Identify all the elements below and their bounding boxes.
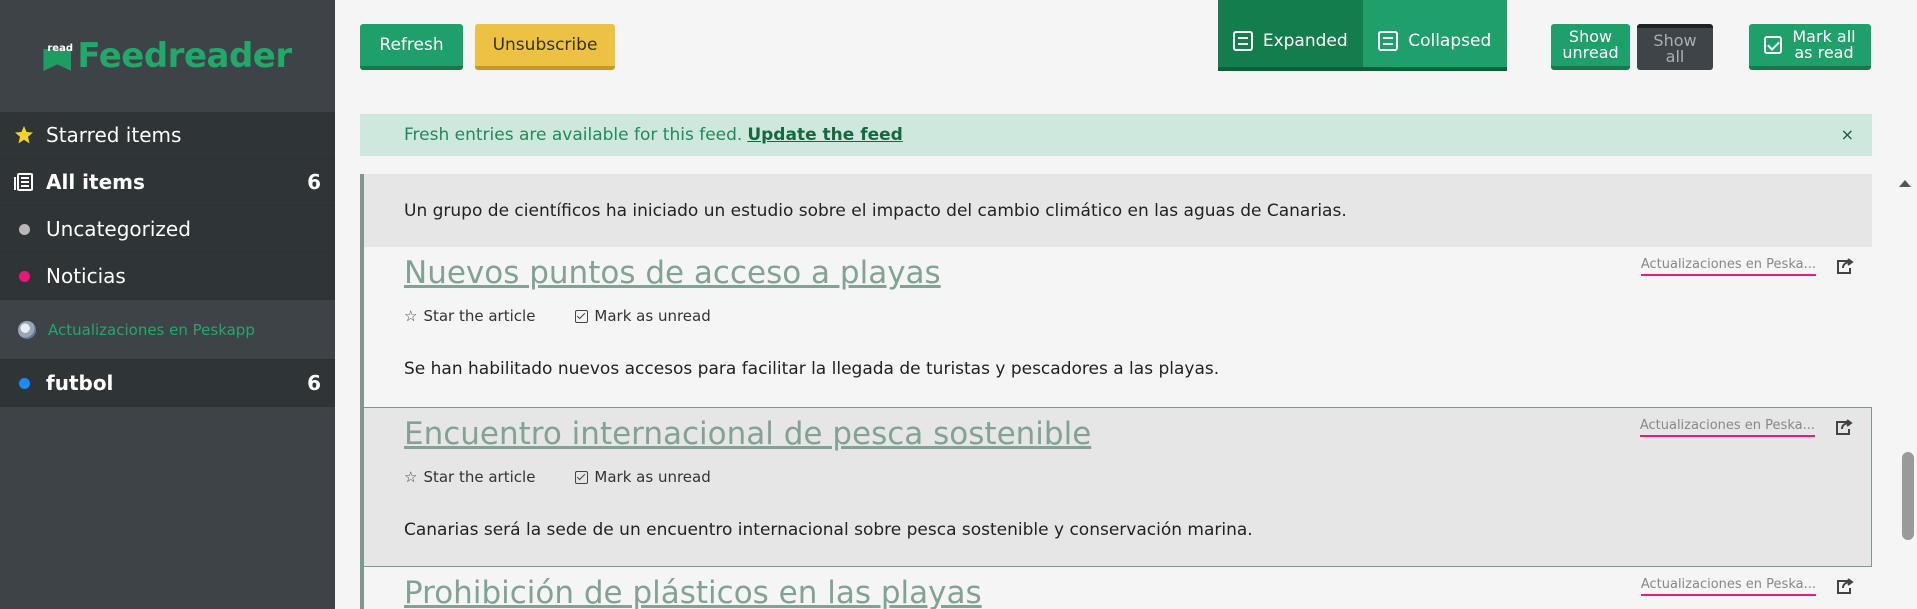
globe-icon [18, 320, 36, 339]
star-outline-icon: ☆ [404, 468, 418, 486]
article-list: Un grupo de científicos ha iniciado un e… [360, 174, 1872, 609]
show-all-button[interactable]: Show all [1637, 24, 1713, 70]
dot-icon [14, 373, 34, 393]
article-source[interactable]: Actualizaciones en Peska... [1639, 418, 1815, 437]
check-square-icon [1764, 36, 1783, 54]
article-source[interactable]: Actualizaciones en Peska... [1640, 577, 1816, 596]
logo-text: Feedreader [77, 36, 292, 76]
check-square-icon [575, 470, 589, 484]
article-source[interactable]: Actualizaciones en Peska... [1640, 257, 1816, 276]
sidebar-item-uncategorized[interactable]: Uncategorized [0, 206, 335, 253]
mark-unread-button[interactable]: Mark as unread [575, 468, 711, 486]
sidebar-item-feed[interactable]: Actualizaciones en Peskapp [0, 300, 335, 360]
app-logo[interactable]: read Feedreader [0, 0, 335, 112]
sidebar-item-label: Noticias [46, 264, 126, 288]
view-mode-toggle: Expanded Collapsed [1218, 0, 1507, 71]
sidebar-item-label: All items [46, 170, 145, 194]
star-article-button[interactable]: ☆ Star the article [404, 468, 535, 486]
unread-count: 6 [307, 371, 321, 395]
sidebar-item-label: Uncategorized [46, 217, 191, 241]
unsubscribe-button[interactable]: Unsubscribe [475, 24, 615, 70]
article-item[interactable]: Encuentro internacional de pesca sosteni… [364, 407, 1872, 567]
star-outline-icon: ☆ [404, 307, 418, 325]
show-unread-button[interactable]: Show unread [1551, 24, 1630, 70]
dot-icon [14, 219, 34, 239]
sidebar-item-label: Actualizaciones en Peskapp [48, 320, 255, 339]
sidebar-item-all[interactable]: All items 6 [0, 159, 335, 206]
sidebar-item-label: Starred items [46, 123, 182, 147]
article-item[interactable]: Nuevos puntos de acceso a playas ☆ Star … [364, 247, 1872, 407]
expanded-view-button[interactable]: Expanded [1218, 0, 1363, 67]
scroll-up-arrow-icon[interactable] [1899, 180, 1911, 187]
sidebar-item-starred[interactable]: Starred items [0, 112, 335, 159]
scrollbar-thumb[interactable] [1902, 452, 1914, 540]
fresh-entries-notice: Fresh entries are available for this fee… [360, 114, 1872, 156]
close-icon[interactable]: × [1841, 125, 1854, 144]
article-title[interactable]: Prohibición de plásticos en las playas [404, 575, 982, 609]
sidebar-item-label: futbol [46, 371, 114, 395]
list-icon [14, 172, 34, 192]
article-title[interactable]: Encuentro internacional de pesca sosteni… [404, 416, 1091, 452]
share-icon[interactable] [1834, 577, 1854, 595]
share-icon[interactable] [1834, 257, 1854, 275]
collapsed-view-button[interactable]: Collapsed [1362, 0, 1507, 67]
sidebar: read Feedreader Starred items All items … [0, 0, 335, 609]
dot-icon [14, 266, 34, 286]
star-icon [14, 125, 34, 145]
star-article-button[interactable]: ☆ Star the article [404, 307, 535, 325]
share-icon[interactable] [1833, 418, 1853, 436]
article-summary: Un grupo de científicos ha iniciado un e… [364, 174, 1872, 247]
collapsed-icon [1378, 30, 1399, 51]
unread-count: 6 [307, 170, 321, 194]
article-body: Canarias será la sede de un encuentro in… [404, 520, 1253, 540]
logo-badge-icon: read [43, 41, 73, 71]
article-title[interactable]: Nuevos puntos de acceso a playas [404, 255, 941, 291]
sidebar-item-futbol[interactable]: futbol 6 [0, 360, 335, 407]
update-feed-link[interactable]: Update the feed [747, 125, 903, 145]
article-item[interactable]: Prohibición de plásticos en las playas A… [364, 567, 1872, 609]
sidebar-item-noticias[interactable]: Noticias [0, 253, 335, 300]
expanded-icon [1232, 30, 1253, 51]
toolbar: Refresh Unsubscribe Expanded Collapsed S… [335, 0, 1917, 112]
mark-all-read-button[interactable]: Mark all as read [1749, 24, 1871, 70]
refresh-button[interactable]: Refresh [360, 24, 463, 70]
check-square-icon [575, 309, 589, 323]
mark-unread-button[interactable]: Mark as unread [575, 307, 711, 325]
article-body: Se han habilitado nuevos accesos para fa… [404, 359, 1220, 379]
notice-text: Fresh entries are available for this fee… [404, 125, 743, 145]
